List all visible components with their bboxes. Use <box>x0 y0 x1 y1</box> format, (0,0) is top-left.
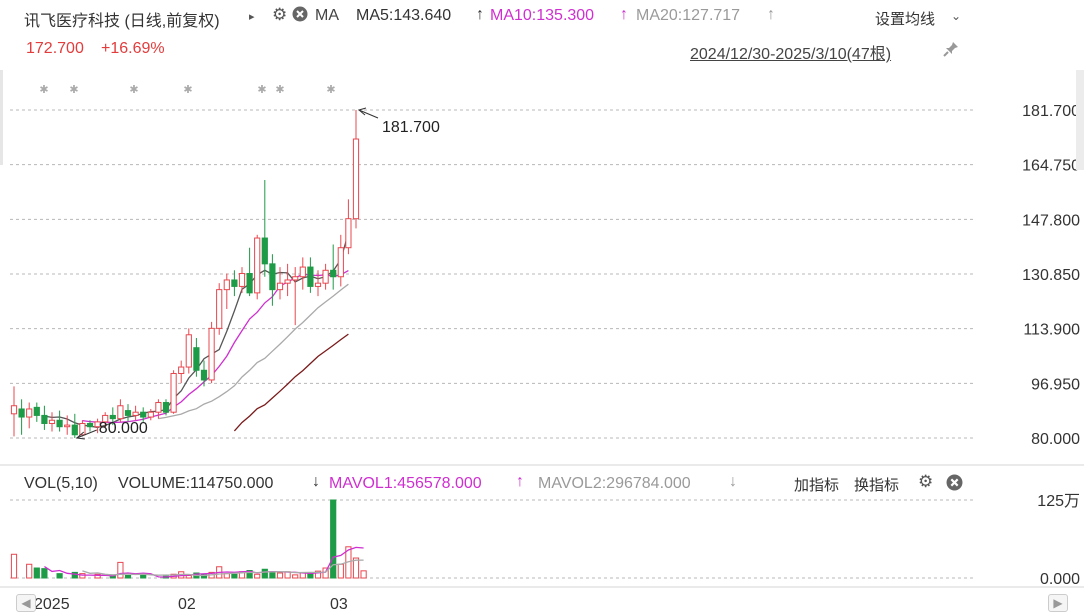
price-tick-label: 113.900 <box>1023 322 1080 339</box>
candle-body <box>86 422 94 428</box>
left-edge-strip <box>0 70 3 165</box>
event-marker-icon: ✱ <box>257 84 266 96</box>
candle-body <box>223 279 230 291</box>
candle-body <box>322 269 329 284</box>
volume-bar <box>140 574 147 579</box>
price-tick-label: 181.700 <box>1022 103 1080 120</box>
event-marker-icon: ✱ <box>326 84 335 96</box>
max-annotation-arrow <box>358 109 379 119</box>
candle-body <box>178 366 185 374</box>
volume-tick-label: 125万 <box>1037 493 1080 510</box>
right-scrollbar <box>1076 70 1084 170</box>
volume-bar <box>10 553 18 579</box>
price-tick-label: 96.950 <box>1031 376 1080 393</box>
candle-body <box>71 424 78 436</box>
volume-tick-label: 0.000 <box>1040 571 1080 588</box>
candle-body <box>109 414 116 420</box>
candle-body <box>314 282 322 287</box>
candle-body <box>284 279 291 284</box>
ma-line-long <box>233 333 349 432</box>
candle-body <box>231 279 238 287</box>
candle-body <box>254 237 261 294</box>
candle-body <box>147 411 154 418</box>
volume-bar <box>307 573 314 579</box>
max-annotation-label: 181.700 <box>382 119 440 136</box>
volume-bar <box>231 573 238 579</box>
candle-body <box>269 263 276 291</box>
candle-body <box>337 247 344 278</box>
volume-bar <box>41 568 48 579</box>
price-tick-label: 130.850 <box>1022 267 1080 284</box>
candle-body <box>170 372 177 413</box>
event-marker-icon: ✱ <box>275 84 284 96</box>
candle-body <box>246 273 253 294</box>
volume-bar <box>254 573 261 579</box>
candle-body <box>216 289 223 329</box>
candle-body <box>18 408 25 418</box>
candle-body <box>124 410 132 416</box>
candle-body <box>276 282 284 291</box>
volume-bar <box>71 571 78 579</box>
candle-body <box>200 369 208 381</box>
event-marker-icon: ✱ <box>129 84 138 96</box>
candle-body <box>299 266 306 278</box>
price-tick-label: 147.800 <box>1022 212 1080 229</box>
candle-body <box>330 269 337 278</box>
volume-bar <box>26 563 33 579</box>
candle-body <box>185 334 192 368</box>
volume-bar <box>117 561 124 579</box>
candle-body <box>155 402 162 413</box>
candle-body <box>193 347 200 371</box>
candle-body <box>345 218 352 249</box>
volume-bar <box>56 573 63 579</box>
event-marker-icon: ✱ <box>69 84 78 96</box>
volume-bar <box>185 575 192 579</box>
candle-body <box>292 276 299 281</box>
candle-body <box>64 424 71 428</box>
event-marker-icon: ✱ <box>183 84 192 96</box>
candle-body <box>41 414 48 424</box>
volume-bar <box>33 567 40 579</box>
volume-bar <box>360 570 367 579</box>
event-marker-icon: ✱ <box>39 84 48 96</box>
volume-bar <box>276 572 284 579</box>
candle-body <box>238 273 246 287</box>
candle-body <box>208 327 215 381</box>
candle-body <box>117 405 124 420</box>
candle-body <box>132 411 139 416</box>
candle-body <box>307 266 314 287</box>
volume-bar <box>337 563 344 579</box>
volume-bar <box>261 568 268 579</box>
candle-body <box>33 406 40 416</box>
candle-body <box>48 419 56 424</box>
ma-line-ma10 <box>82 270 349 424</box>
candle-body <box>352 138 360 220</box>
candle-body <box>261 237 268 265</box>
price-tick-label: 164.750 <box>1022 158 1080 175</box>
candle-body <box>56 419 63 428</box>
candle-body <box>26 408 33 418</box>
candlestick-chart[interactable]: 181.700 164.750 147.800 130.850 113.900 96.95… <box>0 0 1084 616</box>
volume-bar <box>269 571 276 579</box>
candle-body <box>162 402 170 413</box>
price-tick-label: 80.000 <box>1031 431 1080 448</box>
volume-bar <box>292 574 299 579</box>
volume-bar <box>299 572 306 579</box>
candle-body <box>10 405 18 415</box>
volume-bar <box>124 575 132 579</box>
min-annotation-label: 80.000 <box>99 420 148 437</box>
candle-body <box>140 411 147 418</box>
